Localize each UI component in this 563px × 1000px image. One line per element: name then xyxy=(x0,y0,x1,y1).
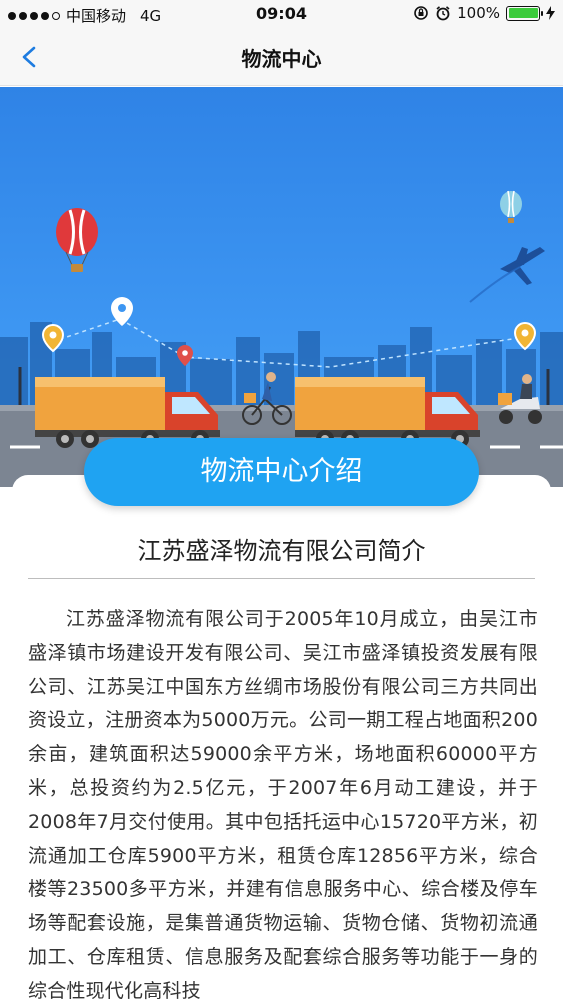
alarm-icon xyxy=(436,6,450,21)
rotation-lock-icon xyxy=(414,6,428,20)
charging-icon xyxy=(546,6,555,20)
status-right: 100% xyxy=(413,4,555,22)
page-title: 物流中心 xyxy=(241,47,322,71)
battery-percentage: 100% xyxy=(457,4,500,22)
nav-bar: 物流中心 xyxy=(0,28,563,86)
hot-air-balloon-icon xyxy=(500,190,522,223)
logistics-banner-image xyxy=(0,87,563,487)
content-card: 江苏盛泽物流有限公司简介 江苏盛泽物流有限公司于2005年10月成立，由吴江市盛… xyxy=(12,475,551,1000)
airplane-icon xyxy=(500,247,545,285)
location-pin-icon xyxy=(513,321,537,351)
intro-title-button[interactable]: 物流中心介绍 xyxy=(84,438,479,506)
status-bar: 中国移动 4G 09:04 100% xyxy=(0,0,563,28)
hot-air-balloon-icon xyxy=(56,208,98,272)
company-intro-text: 江苏盛泽物流有限公司于2005年10月成立，由吴江市盛泽镇市场建设开发有限公司、… xyxy=(28,608,538,1000)
company-intro-heading: 江苏盛泽物流有限公司简介 xyxy=(28,531,535,579)
battery-icon xyxy=(506,5,543,21)
